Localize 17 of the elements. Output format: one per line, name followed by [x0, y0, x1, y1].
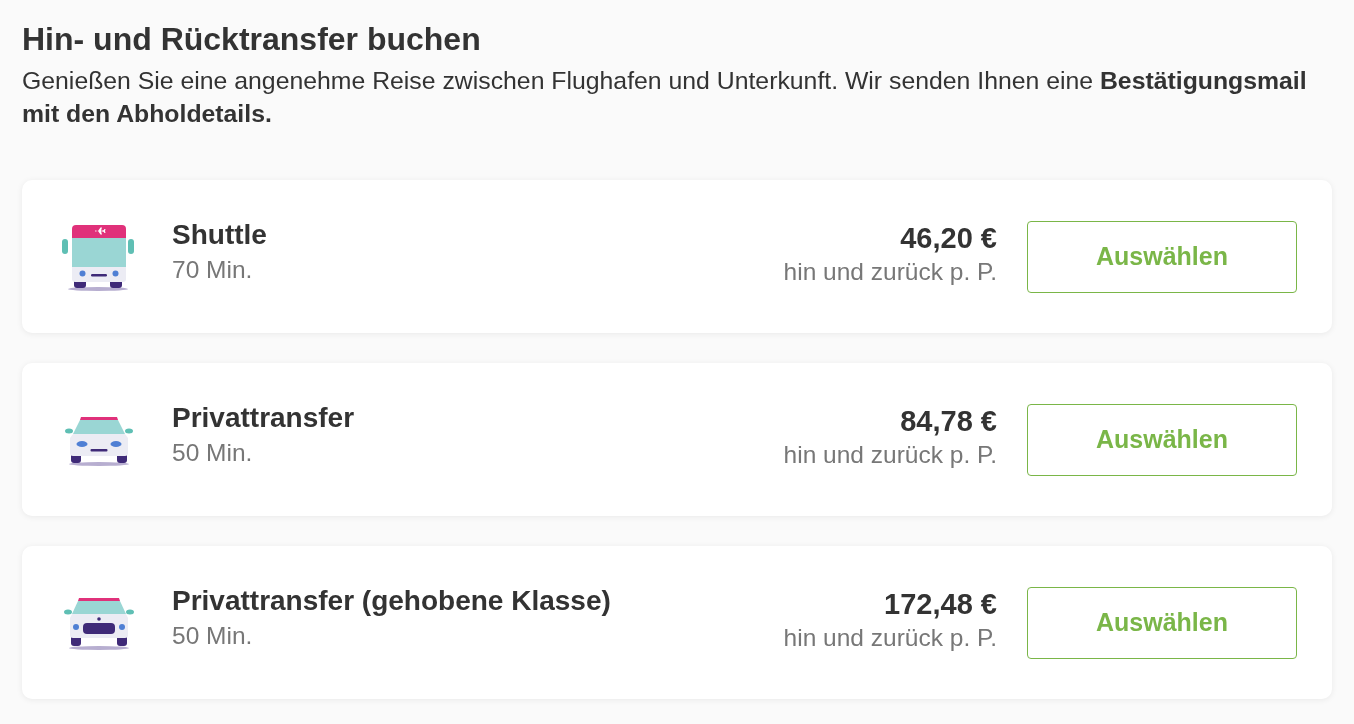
price-note: hin und zurück p. P.: [783, 256, 997, 287]
select-button[interactable]: Auswählen: [1027, 220, 1297, 293]
page-title: Hin- und Rücktransfer buchen: [22, 20, 482, 58]
transfer-name: Privattransfer: [172, 401, 356, 435]
price: 172,48 €: [884, 586, 997, 621]
transfer-duration: 50 Min.: [172, 621, 254, 651]
select-button[interactable]: Auswählen: [1027, 586, 1297, 659]
transfer-name: Shuttle: [172, 218, 268, 252]
price: 84,78 €: [900, 403, 997, 438]
price-note: hin und zurück p. P.: [783, 439, 997, 470]
transfer-duration: 70 Min.: [172, 255, 254, 285]
price-note: hin und zurück p. P.: [783, 622, 997, 653]
transfer-duration: 50 Min.: [172, 438, 254, 468]
intro-text: Genießen Sie eine angenehme Reise zwischen Flughafen und Unterkunft. Wir senden Ihnen eine Bestätigungsmail mit den Abholdetails.: [22, 66, 1308, 129]
select-button[interactable]: Auswählen: [1027, 403, 1297, 476]
price: 46,20 €: [900, 220, 997, 255]
transfer-name: Privattransfer (gehobene Klasse): [172, 584, 612, 618]
